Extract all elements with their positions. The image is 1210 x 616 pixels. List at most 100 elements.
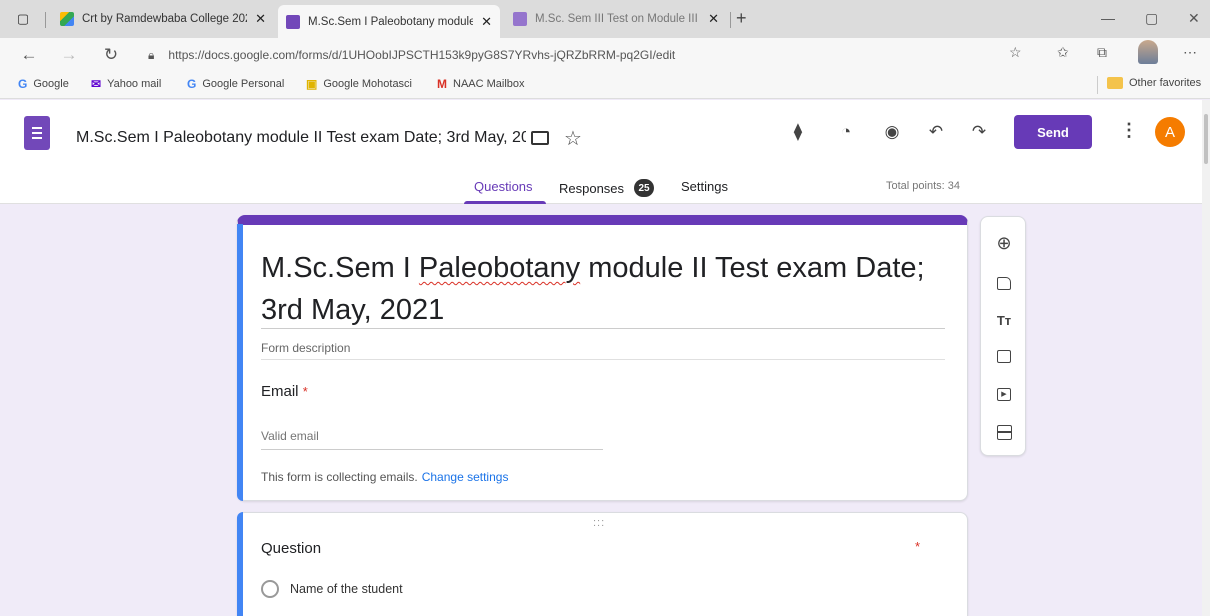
google-forms-logo-icon[interactable] [24, 116, 50, 150]
tab-title: Crt by Ramdewbaba College 202 [82, 13, 248, 25]
favorites-list-icon[interactable]: ✩ [1057, 44, 1069, 61]
title-divider [261, 328, 945, 329]
collecting-text: This form is collecting emails. [261, 470, 418, 484]
star-icon[interactable]: ☆ [564, 126, 582, 151]
question-card[interactable]: ::: Question * Name of the student [237, 512, 968, 616]
bookmark-google[interactable]: G Google [18, 77, 69, 91]
bookmark-yahoo-mail[interactable]: ✉ Yahoo mail [91, 77, 161, 91]
tab-questions[interactable]: Questions [474, 179, 533, 194]
bookmark-label: Yahoo mail [107, 78, 162, 90]
back-icon[interactable]: ← [18, 44, 40, 66]
mail-icon: ✉ [91, 77, 102, 91]
lock-icon: 🔒︎ [148, 47, 155, 62]
forms-icon [513, 12, 527, 26]
restore-icon[interactable]: ▢ [1145, 10, 1158, 27]
browser-tab-strip: ▢ Crt by Ramdewbaba College 202 ✕ M.Sc.S… [0, 0, 1210, 38]
option-label[interactable]: Name of the student [290, 582, 403, 596]
focus-indicator-bar [237, 224, 243, 501]
bookmark-label: Google Personal [202, 78, 285, 90]
tab-label: Questions [474, 179, 533, 194]
forms-header: M.Sc.Sem I Paleobotany module II Test ex… [0, 100, 1210, 204]
description-divider [261, 359, 945, 360]
refresh-icon[interactable]: ↻ [100, 44, 122, 66]
profile-avatar[interactable] [1138, 40, 1158, 64]
undo-icon[interactable]: ↶ [923, 119, 949, 145]
email-label: Email * [261, 383, 308, 400]
form-title-card[interactable]: M.Sc.Sem I Paleobotany module II Test ex… [237, 215, 968, 501]
new-tab-button[interactable]: + [736, 8, 747, 29]
radio-button[interactable] [261, 580, 279, 598]
tab-title: M.Sc. Sem III Test on Module III [535, 13, 698, 25]
more-menu-icon[interactable]: ⋯ [1183, 44, 1197, 61]
account-avatar[interactable]: A [1155, 117, 1185, 147]
option-item[interactable]: Name of the student [261, 580, 403, 598]
classroom-icon: ▣ [306, 77, 318, 91]
responses-count-badge: 25 [634, 179, 655, 197]
tab-label: Responses [559, 180, 625, 196]
drag-handle-icon[interactable]: ::: [593, 517, 605, 529]
tab-title: M.Sc.Sem I Paleobotany module [308, 15, 474, 28]
folder-icon [1107, 77, 1123, 89]
bookmark-label: Google Mohotasci [323, 78, 413, 90]
bookmarks-bar: G Google ✉ Yahoo mail G Google Personal ▣ Go… [0, 71, 1210, 99]
bookmark-label: Google [33, 78, 69, 90]
form-description-field[interactable]: Form description [261, 341, 350, 355]
other-favorites-label: Other favorites [1129, 77, 1202, 89]
forward-icon[interactable]: → [58, 44, 80, 66]
tab-responses[interactable]: Responses 25 [559, 179, 655, 197]
window-close-icon[interactable]: ✕ [1188, 10, 1200, 27]
redo-icon[interactable]: ↷ [966, 119, 992, 145]
add-title-icon[interactable]: Tᴛ [994, 310, 1014, 330]
gmail-icon: M [437, 77, 447, 91]
title-text-misspelled: Paleobotany [418, 252, 581, 284]
url-bar[interactable]: 🔒︎ https://docs.google.com/forms/d/1UHOo… [148, 45, 675, 65]
browser-tab-paleobotany[interactable]: M.Sc.Sem I Paleobotany module ✕ [278, 5, 500, 38]
document-title[interactable]: M.Sc.Sem I Paleobotany module II Test ex… [76, 129, 526, 147]
question-title[interactable]: Question [261, 540, 321, 557]
favorite-star-icon[interactable]: ☆ [1009, 44, 1022, 61]
drive-icon [60, 12, 74, 26]
preview-eye-icon[interactable]: ◉ [879, 119, 905, 145]
collections-icon[interactable]: ⧉ [1097, 44, 1107, 61]
add-question-icon[interactable]: ⊕ [994, 233, 1014, 253]
import-questions-icon[interactable] [994, 273, 1014, 293]
addons-puzzle-icon[interactable]: ⧫ [785, 119, 811, 145]
title-text: M.Sc.Sem I [261, 252, 419, 284]
form-title[interactable]: M.Sc.Sem I Paleobotany module II Test ex… [261, 247, 951, 331]
bookmark-google-personal[interactable]: G Google Personal [187, 77, 284, 91]
more-options-icon[interactable]: ⋮ [1120, 120, 1138, 141]
other-favorites[interactable]: Other favorites [1107, 77, 1201, 89]
add-section-icon[interactable] [994, 422, 1014, 442]
browser-tab-sem-iii[interactable]: M.Sc. Sem III Test on Module III ✕ [505, 5, 727, 33]
required-asterisk: * [302, 384, 308, 399]
required-asterisk: * [915, 539, 921, 554]
scrollbar[interactable] [1202, 100, 1210, 616]
minimize-icon[interactable]: — [1101, 10, 1115, 26]
tab-label: Settings [681, 179, 728, 194]
add-video-icon[interactable]: ▶ [994, 384, 1014, 404]
add-image-icon[interactable] [994, 346, 1014, 366]
floating-toolbar: ⊕ Tᴛ ▶ [980, 216, 1026, 456]
tab-actions-icon[interactable]: ▢ [13, 9, 33, 29]
tab-close-icon[interactable]: ✕ [255, 11, 266, 27]
active-tab-indicator [464, 201, 546, 204]
email-field[interactable] [261, 422, 603, 450]
scrollbar-thumb[interactable] [1204, 114, 1208, 164]
palette-icon[interactable]: ◔ [833, 119, 859, 145]
total-points: Total points: 34 [886, 180, 960, 192]
url-text: https://docs.google.com/forms/d/1UHOobIJ… [168, 48, 676, 62]
bookmark-naac-mailbox[interactable]: M NAAC Mailbox [437, 77, 525, 91]
tab-close-icon[interactable]: ✕ [481, 14, 492, 30]
move-to-folder-icon[interactable] [531, 131, 549, 145]
tab-separator [730, 12, 731, 28]
tab-close-icon[interactable]: ✕ [708, 11, 719, 27]
change-settings-link[interactable]: Change settings [422, 470, 509, 484]
bookmarks-separator [1097, 76, 1098, 94]
address-toolbar: ← → ↻ 🔒︎ https://docs.google.com/forms/d… [0, 38, 1210, 71]
send-button[interactable]: Send [1014, 115, 1092, 149]
browser-tab-drive[interactable]: Crt by Ramdewbaba College 202 ✕ [52, 5, 274, 33]
google-icon: G [18, 77, 28, 91]
focus-indicator-bar [237, 512, 243, 616]
bookmark-google-mohotasci[interactable]: ▣ Google Mohotasci [306, 77, 412, 91]
tab-settings[interactable]: Settings [681, 179, 728, 194]
